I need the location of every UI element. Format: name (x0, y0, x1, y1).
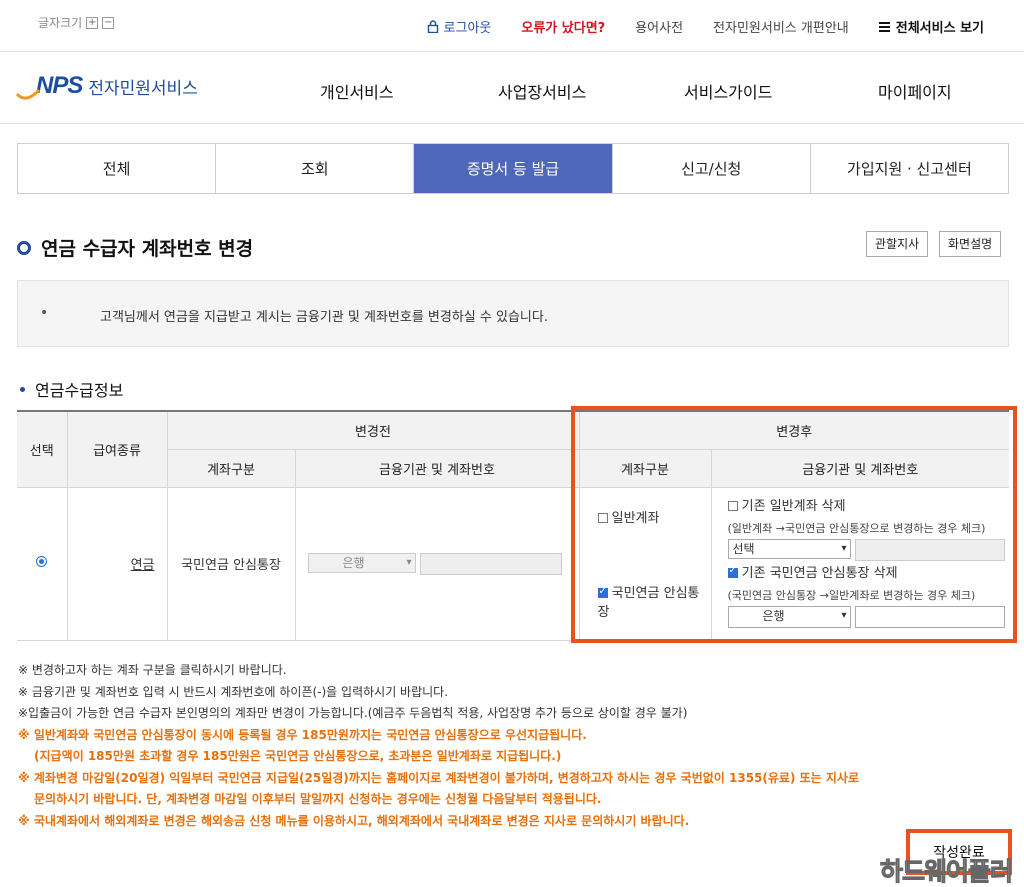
lock-icon (427, 20, 438, 33)
tab-certificate[interactable]: 증명서 등 발급 (414, 144, 613, 193)
benefit-cell: 연금 (66, 486, 168, 641)
header-before: 변경전 (166, 410, 580, 450)
before-bank-select: 은행 ▾ (307, 552, 416, 573)
benefit-link[interactable]: 연금 (131, 558, 155, 573)
logout-label: 로그아웃 (443, 21, 492, 36)
note-item: (지급액이 185만원 초과할 경우 185만원은 국민연금 안심통장으로, 초… (34, 749, 562, 763)
select-cell (17, 486, 68, 641)
after-change-highlight (571, 406, 1017, 643)
nps-logo[interactable]: NPS 전자민원서비스 (16, 72, 198, 100)
header-before-acct-type: 계좌구분 (167, 448, 296, 488)
font-decrease-button[interactable]: − (102, 16, 115, 29)
header-select: 선택 (17, 410, 68, 488)
tab-support[interactable]: 가입지원 · 신고센터 (811, 144, 1008, 193)
notice-bullet: • (40, 305, 49, 321)
section-heading: 연금수급정보 (20, 377, 123, 401)
before-bank-value: 은행 (342, 555, 365, 570)
before-acct-type-cell: 국민연금 안심통장 (166, 486, 296, 641)
page-title: 연금 수급자 계좌번호 변경 (17, 234, 253, 261)
tab-report[interactable]: 신고/신청 (613, 144, 811, 193)
error-report-link[interactable]: 오류가 났다면? (521, 17, 605, 36)
note-item: 문의하시기 바랍니다. 단, 계좌변경 마감일 이후부터 말일까지 신청하는 경… (34, 792, 602, 806)
notice-text: 고객님께서 연금을 지급받고 계시는 금융기관 및 계좌번호를 변경하실 수 있… (100, 310, 548, 325)
branch-office-button[interactable]: 관할지사 (866, 231, 929, 257)
header-benefit-type: 급여종류 (66, 410, 168, 488)
main-navigation: NPS 전자민원서비스 개인서비스 사업장서비스 서비스가이드 마이페이지 (0, 52, 1024, 124)
title-ring-icon (17, 240, 31, 255)
gnb-personal[interactable]: 개인서비스 (320, 79, 394, 103)
note-item: ※ 금융기관 및 계좌번호 입력 시 반드시 계좌번호에 하이픈(-)을 입력하… (18, 684, 449, 699)
utility-bar: 글자크기 + − 로그아웃 오류가 났다면? 용어사전 전자민원서비스 개편안내… (0, 0, 1024, 52)
screen-help-button[interactable]: 화면설명 (939, 231, 1002, 257)
gnb-guide[interactable]: 서비스가이드 (684, 79, 772, 103)
service-name: 전자민원서비스 (88, 78, 198, 99)
note-item: ※ 국내계좌에서 해외계좌로 변경은 해외송금 신청 메뉴를 이용하시고, 해외… (18, 813, 690, 828)
note-item: ※ 일반계좌와 국민연금 안심통장이 동시에 등록될 경우 185만원까지는 국… (18, 727, 587, 742)
gnb-mypage[interactable]: 마이페이지 (878, 79, 952, 103)
logo-text: NPS (36, 72, 83, 99)
glossary-link[interactable]: 용어사전 (635, 17, 683, 36)
font-size-control: 글자크기 + − (38, 14, 115, 31)
tab-inquiry[interactable]: 조회 (216, 144, 415, 193)
note-item: ※ 계좌변경 마감일(20일경) 익일부터 국민연금 지급일(25일경)까지는 … (18, 770, 859, 785)
note-item: ※입출금이 가능한 연금 수급자 본인명의의 계좌만 변경이 가능합니다.(예금… (18, 706, 688, 720)
menu-icon (878, 21, 890, 32)
category-tabs: 전체 조회 증명서 등 발급 신고/신청 가입지원 · 신고센터 (17, 143, 1009, 194)
tab-all[interactable]: 전체 (18, 144, 217, 193)
section-title: 연금수급정보 (35, 381, 124, 400)
renewal-notice-link[interactable]: 전자민원서비스 개편안내 (713, 17, 849, 36)
before-bank-cell: 은행 ▾ (294, 486, 580, 641)
row-select-radio[interactable] (36, 556, 48, 567)
font-size-label: 글자크기 (38, 16, 83, 30)
gnb-business[interactable]: 사업장서비스 (498, 79, 586, 103)
font-increase-button[interactable]: + (86, 16, 99, 29)
logout-link[interactable]: 로그아웃 (427, 17, 492, 36)
section-dot-icon (20, 386, 25, 392)
notice-box: • 고객님께서 연금을 지급받고 계시는 금융기관 및 계좌번호를 변경하실 수… (17, 280, 1009, 347)
all-services-link[interactable]: 전체서비스 보기 (878, 17, 984, 36)
all-services-label: 전체서비스 보기 (895, 21, 984, 36)
page-title-text: 연금 수급자 계좌번호 변경 (41, 238, 254, 260)
header-before-bank-acct: 금융기관 및 계좌번호 (294, 448, 580, 488)
note-item: ※ 변경하고자 하는 계좌 구분을 클릭하시기 바랍니다. (18, 663, 287, 677)
chevron-down-icon: ▾ (406, 556, 412, 568)
watermark: 하드웨어플러스 (880, 857, 1014, 887)
swoosh-icon (16, 88, 40, 100)
before-account-input (419, 552, 562, 575)
notes: ※ 변경하고자 하는 계좌 구분을 클릭하시기 바랍니다. ※ 금융기관 및 계… (18, 660, 859, 832)
